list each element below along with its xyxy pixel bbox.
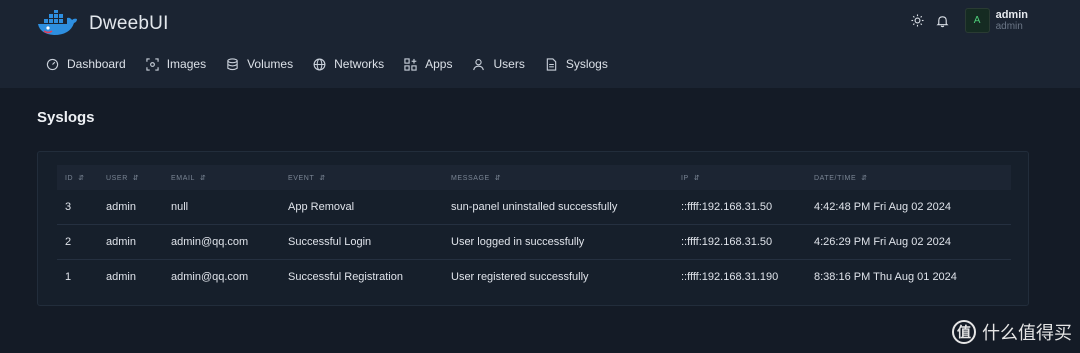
main-nav: Dashboard Images Volumes Networks Apps U… (46, 57, 628, 71)
sort-icon: ⇵ (693, 174, 701, 182)
cell-event: Successful Login (288, 236, 372, 249)
column-header-message[interactable]: MESSAGE ⇵ (451, 165, 681, 190)
column-header-email[interactable]: EMAIL ⇵ (171, 165, 288, 190)
nav-label-apps: Apps (425, 57, 453, 71)
cell-datetime: 8:38:16 PM Thu Aug 01 2024 (814, 270, 957, 283)
watermark-text: 什么值得买 (982, 323, 1072, 344)
globe-icon (313, 58, 326, 70)
docker-whale-logo (38, 10, 77, 35)
dashboard-icon (46, 58, 59, 70)
cell-datetime: 4:26:29 PM Fri Aug 02 2024 (814, 236, 951, 249)
nav-label-volumes: Volumes (247, 57, 294, 71)
column-header-datetime[interactable]: DATE/TIME ⇵ (814, 165, 1011, 190)
cell-email: null (171, 201, 189, 214)
user-icon (473, 58, 485, 70)
nav-label-dashboard: Dashboard (67, 57, 126, 71)
cell-message: sun-panel uninstalled successfully (451, 201, 618, 214)
table-row: 2 admin admin@qq.com Successful Login Us… (57, 225, 1011, 260)
table-row: 3 admin null App Removal sun-panel unins… (57, 190, 1011, 225)
apps-icon (404, 57, 417, 71)
cell-id: 1 (65, 270, 72, 283)
cell-message: User logged in successfully (451, 236, 585, 249)
user-menu[interactable]: admin admin (996, 9, 1028, 33)
user-role: admin (995, 20, 1023, 32)
nav-label-images: Images (166, 57, 207, 71)
watermark: 值 什么值得买 (952, 319, 1072, 345)
watermark-badge: 值 (952, 320, 976, 344)
sort-icon: ⇵ (200, 174, 207, 182)
cell-user: admin (106, 201, 136, 214)
column-header-id[interactable]: ID ⇵ (57, 165, 106, 190)
cell-email: admin@qq.com (171, 236, 249, 249)
sun-icon[interactable] (911, 14, 925, 28)
syslogs-card: ID ⇵ USER ⇵ EMAIL ⇵ EVENT ⇵ MESSAGE ⇵ IP ⇵ DAT… (37, 151, 1029, 306)
column-label-user: USER (106, 174, 128, 182)
cell-id: 3 (65, 201, 72, 214)
sort-icon: ⇵ (78, 174, 85, 182)
table-header-row: ID ⇵ USER ⇵ EMAIL ⇵ EVENT ⇵ MESSAGE ⇵ IP ⇵ DAT… (57, 165, 1011, 190)
bell-icon[interactable] (936, 14, 950, 28)
database-icon (227, 57, 238, 70)
sort-icon: ⇵ (494, 174, 502, 182)
cell-ip: ::ffff:192.168.31.50 (681, 236, 773, 249)
nav-item-users[interactable]: Users (472, 57, 525, 71)
file-icon (546, 57, 557, 71)
cell-message: User registered successfully (451, 270, 589, 283)
sort-icon: ⇵ (319, 174, 326, 182)
column-label-event: EVENT (288, 174, 315, 182)
images-icon (146, 57, 159, 71)
cell-event: Successful Registration (288, 270, 403, 283)
page-title: Syslogs (37, 109, 95, 126)
column-header-ip[interactable]: IP ⇵ (681, 165, 814, 190)
nav-item-apps[interactable]: Apps (404, 57, 452, 71)
cell-ip: ::ffff:192.168.31.190 (681, 270, 779, 283)
nav-item-volumes[interactable]: Volumes (226, 57, 293, 71)
app-name: DweebUI (89, 13, 169, 34)
cell-user: admin (106, 236, 136, 249)
cell-datetime: 4:42:48 PM Fri Aug 02 2024 (814, 201, 951, 214)
column-label-id: ID (65, 174, 74, 182)
column-label-datetime: DATE/TIME (814, 174, 857, 182)
nav-item-images[interactable]: Images (146, 57, 206, 71)
cell-ip: ::ffff:192.168.31.50 (681, 201, 773, 214)
top-navbar: DweebUI A admin admin Dashboard Images V… (0, 0, 1080, 88)
cell-event: App Removal (288, 201, 355, 214)
column-label-ip: IP (681, 174, 689, 182)
column-label-message: MESSAGE (451, 174, 490, 182)
column-header-event[interactable]: EVENT ⇵ (288, 165, 451, 190)
nav-item-networks[interactable]: Networks (313, 57, 384, 71)
nav-label-networks: Networks (334, 57, 385, 71)
table-row: 1 admin admin@qq.com Successful Registra… (57, 259, 1011, 294)
nav-label-syslogs: Syslogs (565, 57, 608, 71)
sort-icon: ⇵ (861, 174, 868, 182)
nav-item-syslogs[interactable]: Syslogs (545, 57, 608, 71)
nav-item-dashboard[interactable]: Dashboard (46, 57, 126, 71)
nav-label-users: Users (493, 57, 525, 71)
avatar[interactable]: A (964, 8, 990, 33)
sort-icon: ⇵ (132, 174, 140, 182)
cell-user: admin (106, 270, 136, 283)
column-label-email: EMAIL (171, 174, 196, 182)
user-name: admin (995, 8, 1028, 21)
brand[interactable]: DweebUI (36, 10, 169, 38)
column-header-user[interactable]: USER ⇵ (106, 165, 171, 190)
syslogs-table: ID ⇵ USER ⇵ EMAIL ⇵ EVENT ⇵ MESSAGE ⇵ IP ⇵ DAT… (57, 165, 1011, 294)
cell-id: 2 (65, 236, 72, 249)
cell-email: admin@qq.com (171, 270, 249, 283)
